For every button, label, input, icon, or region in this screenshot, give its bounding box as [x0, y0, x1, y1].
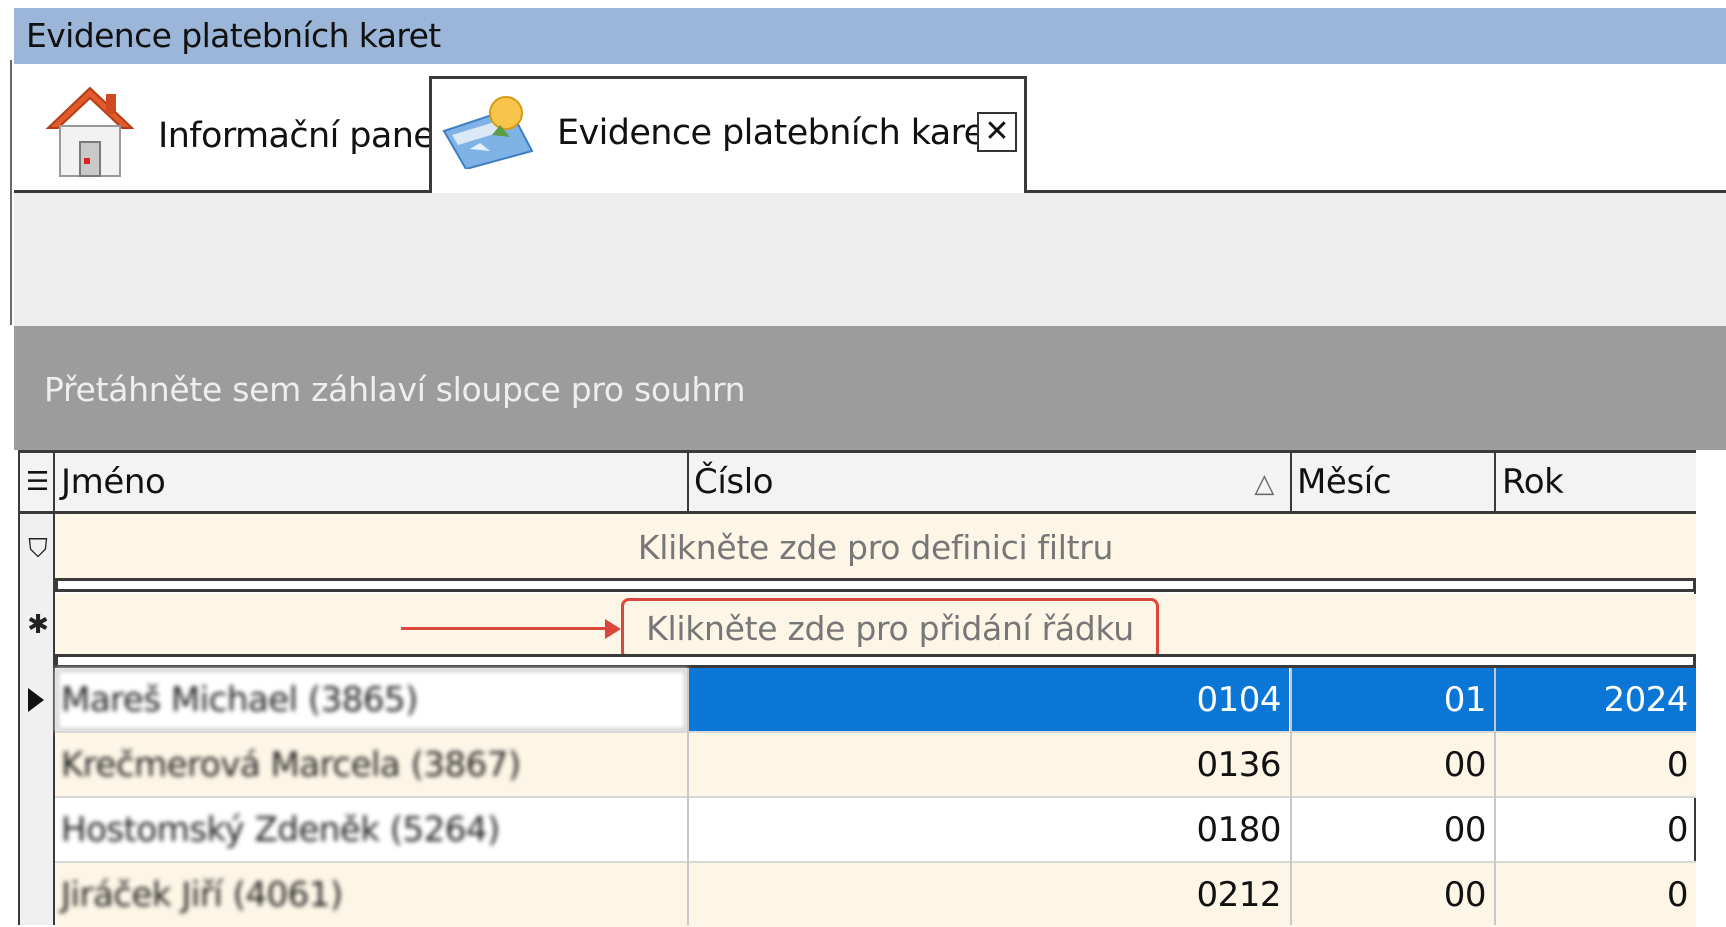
cell-number[interactable]: 0136: [688, 733, 1289, 797]
column-header-month[interactable]: Měsíc: [1291, 450, 1494, 514]
cell-month[interactable]: 00: [1291, 798, 1494, 862]
annotation-arrow-head: [605, 619, 621, 639]
cell-number[interactable]: 0212: [688, 863, 1289, 927]
left-edge-border: [10, 60, 12, 325]
cell-name[interactable]: Hostomský Zdeněk (5264): [55, 798, 688, 862]
group-by-hint: Přetáhněte sem záhlaví sloupce pro souhr…: [44, 370, 746, 409]
column-divider: [687, 450, 689, 514]
add-row-hint[interactable]: Klikněte zde pro přidání řádku: [621, 598, 1159, 660]
cell-year[interactable]: 0: [1496, 863, 1696, 927]
cell-year[interactable]: 0: [1496, 798, 1696, 862]
column-divider: [1494, 668, 1496, 925]
tab-card-records[interactable]: Evidence platebních karet ✕: [429, 76, 1027, 193]
column-divider: [687, 668, 689, 925]
cell-month[interactable]: 01: [1291, 668, 1494, 732]
new-row-icon: ✱: [27, 610, 49, 640]
cell-year[interactable]: 0: [1496, 733, 1696, 797]
column-header-number-label: Číslo: [694, 462, 774, 502]
home-icon: [45, 86, 135, 177]
sort-ascending-icon: △: [1254, 469, 1274, 499]
cell-name[interactable]: Mareš Michael (3865): [55, 668, 688, 732]
column-chooser-icon[interactable]: ☰: [20, 450, 55, 514]
tab-information-panel-label: Informační panel: [158, 116, 444, 156]
current-row-arrow-icon: [28, 688, 44, 712]
column-divider: [53, 450, 55, 514]
column-divider: [1290, 450, 1292, 514]
toolbar-area: [14, 193, 1726, 326]
column-header-name[interactable]: Jméno: [55, 450, 688, 514]
tab-card-records-label: Evidence platebních karet: [557, 113, 998, 153]
tab-close-button[interactable]: ✕: [977, 112, 1017, 152]
filter-icon[interactable]: ⛉: [23, 534, 53, 565]
column-header-year[interactable]: Rok: [1496, 450, 1696, 514]
annotation-arrow: [401, 627, 611, 630]
tab-information-panel[interactable]: Informační panel: [14, 64, 444, 191]
new-row-separator: [55, 654, 1696, 668]
table-row[interactable]: Mareš Michael (3865) 0104 01 2024: [55, 668, 1696, 732]
window-title: Evidence platebních karet: [14, 8, 1726, 64]
cell-number[interactable]: 0104: [688, 668, 1289, 732]
cell-year[interactable]: 2024: [1496, 668, 1696, 732]
current-row-indicator: [20, 668, 55, 732]
cell-name[interactable]: Jiráček Jiří (4061): [55, 863, 688, 927]
table-row[interactable]: Krečmerová Marcela (3867) 0136 00 0: [55, 733, 1696, 797]
cell-number[interactable]: 0180: [688, 798, 1289, 862]
grid-background: [1696, 450, 1726, 925]
filter-row-separator: [55, 578, 1696, 592]
column-divider: [1290, 668, 1292, 925]
cell-month[interactable]: 00: [1291, 863, 1494, 927]
data-grid: ☰ Jméno Číslo △ Měsíc Rok ⛉ ✱ Klikněte z…: [18, 450, 1696, 927]
cell-name[interactable]: Krečmerová Marcela (3867): [55, 733, 688, 797]
column-header-number[interactable]: Číslo △: [688, 450, 1290, 514]
cell-month[interactable]: 00: [1291, 733, 1494, 797]
column-divider: [1494, 450, 1496, 514]
group-by-panel[interactable]: Přetáhněte sem záhlaví sloupce pro souhr…: [14, 326, 1726, 450]
table-row[interactable]: Jiráček Jiří (4061) 0212 00 0: [55, 863, 1696, 927]
filter-row[interactable]: Klikněte zde pro definici filtru: [55, 514, 1696, 580]
payment-card-icon: [442, 96, 534, 169]
filter-row-hint: Klikněte zde pro definici filtru: [637, 528, 1114, 567]
table-row[interactable]: Hostomský Zdeněk (5264) 0180 00 0: [55, 798, 1696, 862]
